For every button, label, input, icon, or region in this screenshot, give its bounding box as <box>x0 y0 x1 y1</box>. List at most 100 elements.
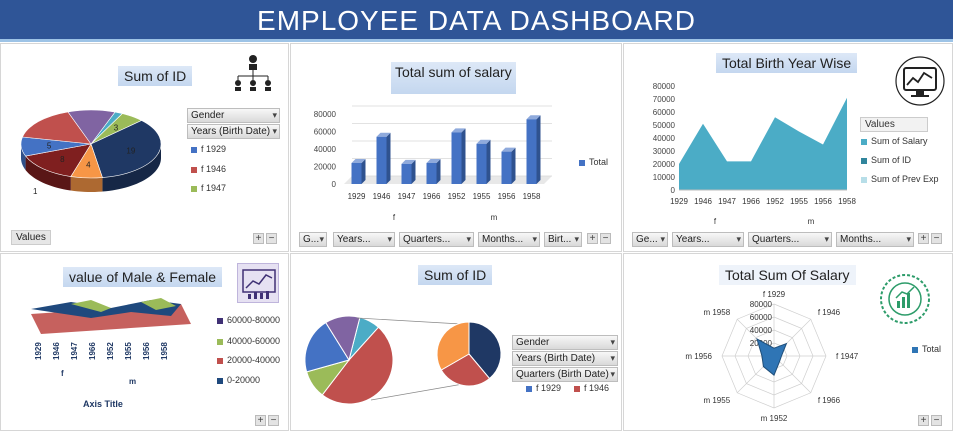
filter-years[interactable]: Years... <box>672 232 744 247</box>
x-tick-label: 1952 <box>448 192 466 201</box>
x-tick-label: 1947 <box>718 197 736 206</box>
x-tick-label: 1955 <box>473 192 491 201</box>
filter-gender[interactable]: G... <box>299 232 327 247</box>
y-tick-label: 20000 <box>314 163 337 172</box>
pie-data-label: 8 <box>60 155 65 164</box>
pie-slice-side <box>70 176 103 192</box>
x-tick-label: 1952 <box>766 197 784 206</box>
filter-quarters[interactable]: Quarters... <box>748 232 832 247</box>
radar-tick-label: 40000 <box>750 326 773 335</box>
expand-button[interactable]: + <box>587 233 598 244</box>
x-tick-label: 1946 <box>52 342 61 360</box>
filter-years[interactable]: Years... <box>333 232 395 247</box>
bar-side <box>386 132 391 184</box>
filter-birth[interactable]: Birt... <box>544 232 582 247</box>
pie-data-label: 4 <box>86 160 91 169</box>
values-button[interactable]: Values <box>11 230 51 245</box>
y-tick-label: 70000 <box>653 95 676 104</box>
legend-item-f1946: f 1946 <box>574 383 609 393</box>
bar-side <box>461 128 466 184</box>
surface-chart-male-female: 1929 1946 1947 1966 1952 1955 1956 1958 f m <box>31 298 191 386</box>
pie-data-label: 1 <box>33 187 38 196</box>
radar-category-label: m 1955 <box>703 396 730 405</box>
filter-years-birth-date[interactable]: Years (Birth Date) <box>187 124 280 139</box>
filter-quarters[interactable]: Quarters... <box>399 232 474 247</box>
pie-data-label: 5 <box>47 142 52 151</box>
y-tick-label: 20000 <box>653 160 676 169</box>
x-tick-label: 1946 <box>373 192 391 201</box>
y-tick-label: 60000 <box>653 108 676 117</box>
bar-side <box>361 159 366 184</box>
y-tick-label: 30000 <box>653 147 676 156</box>
y-tick-label: 40000 <box>314 145 337 154</box>
filter-months[interactable]: Months... <box>478 232 540 247</box>
filter-gender[interactable]: Ge... <box>632 232 668 247</box>
bar <box>526 119 537 184</box>
filter-years-birth-date[interactable]: Years (Birth Date) <box>512 351 618 366</box>
collapse-button[interactable]: − <box>931 233 942 244</box>
x-tick-label: 1946 <box>694 197 712 206</box>
x-tick-label: 1955 <box>124 342 133 360</box>
bar-side <box>486 139 491 184</box>
radar-category-label: m 1956 <box>685 352 712 361</box>
y-tick-label: 80000 <box>314 110 337 119</box>
radar-category-label: m 1952 <box>761 414 788 423</box>
group-label: m <box>808 217 815 226</box>
collapse-button[interactable]: − <box>600 233 611 244</box>
y-tick-label: 40000 <box>653 134 676 143</box>
bar-side <box>511 147 516 184</box>
y-tick-label: 50000 <box>653 121 676 130</box>
legend-item-20000-40000: 20000-40000 <box>217 355 280 365</box>
panel-total-salary-radar: Total Sum Of Salary f 1929 f 1946 f 1947 f … <box>623 253 953 431</box>
panel4-title: value of Male & Female <box>63 267 223 287</box>
y-tick-label: 80000 <box>653 82 676 91</box>
x-tick-label: 1966 <box>88 342 97 360</box>
expand-button[interactable]: + <box>918 233 929 244</box>
collapse-button[interactable]: − <box>266 233 277 244</box>
bar-side <box>411 159 416 184</box>
legend-values-header: Values <box>860 117 928 132</box>
bar <box>401 163 412 184</box>
bar-side <box>536 115 541 184</box>
panel6-title: Total Sum Of Salary <box>719 265 856 285</box>
filter-quarters-birth-date[interactable]: Quarters (Birth Date) <box>512 367 618 382</box>
y-tick-label: 0 <box>332 180 337 189</box>
group-label: f <box>714 217 717 226</box>
panel-sum-of-id-pie: Sum of ID 3194851 Gender Years (Birth Da… <box>0 43 289 252</box>
x-tick-label: 1947 <box>398 192 416 201</box>
collapse-button[interactable]: − <box>931 415 942 426</box>
growth-chart-icon <box>878 272 932 326</box>
collapse-button[interactable]: − <box>268 415 279 426</box>
x-tick-label: 1929 <box>670 197 688 206</box>
area-chart-birth-year: 0 10000 20000 30000 40000 50000 60000 70000 8000… <box>653 82 857 226</box>
legend-item-40000-60000: 40000-60000 <box>217 336 280 346</box>
pie-data-label: 19 <box>126 146 135 155</box>
radar-tick-label: 60000 <box>750 313 773 322</box>
filter-months[interactable]: Months... <box>836 232 914 247</box>
x-tick-label: 1929 <box>348 192 366 201</box>
radar-category-label: f 1947 <box>836 352 859 361</box>
expand-button[interactable]: + <box>255 415 266 426</box>
legend-item-sum-of-prev-exp: Sum of Prev Exp <box>861 174 939 184</box>
expand-button[interactable]: + <box>918 415 929 426</box>
bar-chart-total-salary: 0 20000 40000 60000 80000 1929 1946 1947 1966 195… <box>314 105 552 222</box>
radar-category-label: f 1966 <box>818 396 841 405</box>
legend-item-f1929: f 1929 <box>191 144 226 154</box>
radar-tick-label: 80000 <box>750 300 773 309</box>
bar <box>351 163 362 184</box>
x-tick-label: 1956 <box>142 342 151 360</box>
bar <box>426 163 437 184</box>
area-series <box>679 97 847 190</box>
x-tick-label: 1956 <box>498 192 516 201</box>
x-tick-label: 1958 <box>160 342 169 360</box>
expand-button[interactable]: + <box>253 233 264 244</box>
filter-gender[interactable]: Gender <box>187 108 280 123</box>
x-tick-label: 1947 <box>70 342 79 360</box>
filter-gender[interactable]: Gender <box>512 335 618 350</box>
bar <box>501 151 512 184</box>
chart-floor <box>344 176 552 184</box>
panel5-title: Sum of ID <box>418 265 493 285</box>
panel-birth-year-area: Total Birth Year Wise 0 10000 20000 30000 40… <box>623 43 953 252</box>
x-tick-label: 1966 <box>742 197 760 206</box>
monitor-chart-icon <box>894 56 946 106</box>
